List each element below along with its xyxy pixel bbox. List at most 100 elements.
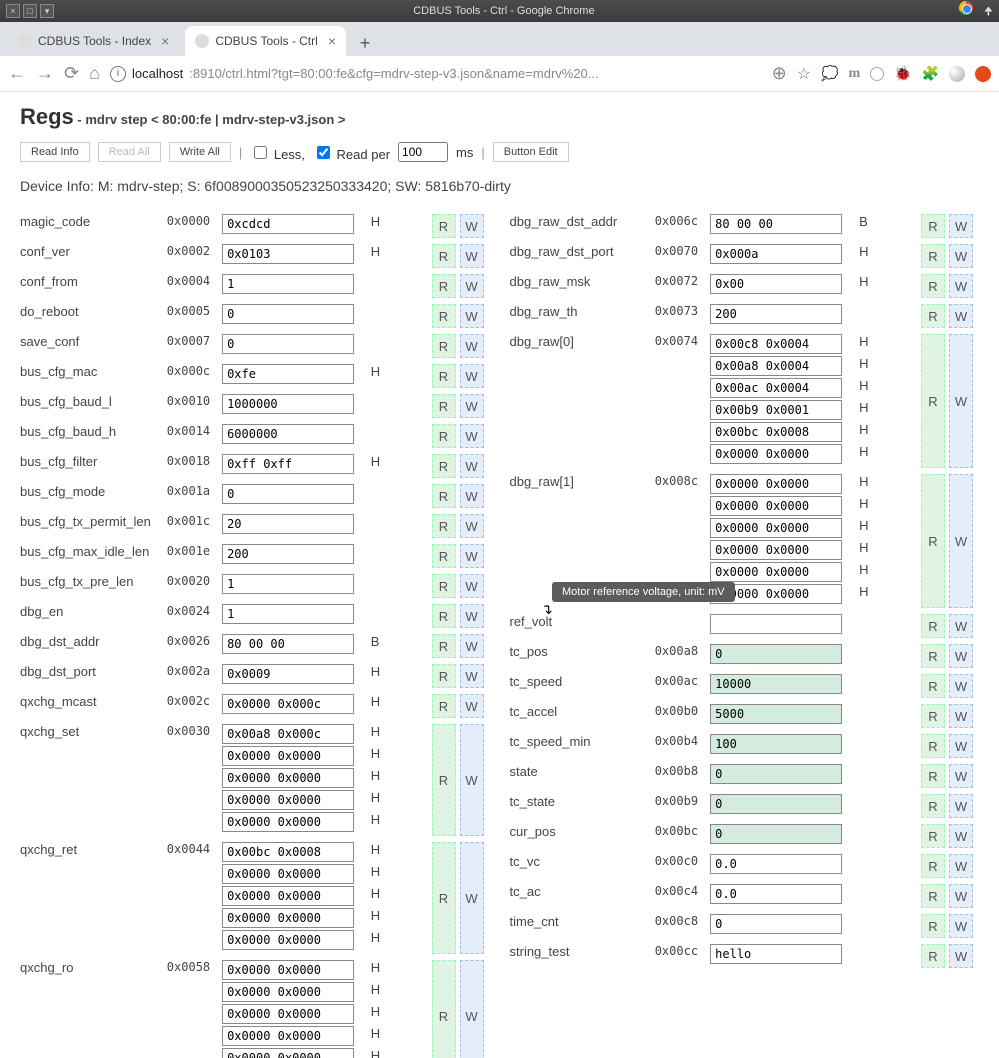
reg-value-input[interactable]	[710, 444, 842, 464]
ext-icon[interactable]: 💭	[821, 65, 838, 82]
reg-value-input[interactable]	[222, 864, 354, 884]
reg-value-input[interactable]	[710, 274, 842, 294]
url-bar[interactable]: i localhost:8910/ctrl.html?tgt=80:00:fe&…	[110, 66, 762, 82]
reg-value-input[interactable]	[222, 842, 354, 862]
write-button[interactable]: W	[460, 244, 484, 268]
read-per-checkbox[interactable]	[317, 146, 330, 159]
write-button[interactable]: W	[949, 944, 973, 968]
less-checkbox[interactable]	[254, 146, 267, 159]
write-button[interactable]: W	[949, 614, 973, 638]
profile-avatar[interactable]	[949, 66, 965, 82]
read-button[interactable]: R	[921, 334, 945, 468]
write-button[interactable]: W	[949, 644, 973, 668]
write-button[interactable]: W	[949, 704, 973, 728]
reg-value-input[interactable]	[222, 514, 354, 534]
reg-value-input[interactable]	[222, 484, 354, 504]
home-button[interactable]: ⌂	[89, 63, 100, 84]
write-all-button[interactable]: Write All	[169, 142, 231, 162]
read-button[interactable]: R	[432, 664, 456, 688]
reg-value-input[interactable]	[222, 394, 354, 414]
window-up-icon[interactable]: 🠉	[984, 6, 993, 18]
write-button[interactable]: W	[949, 854, 973, 878]
reg-value-input[interactable]	[710, 400, 842, 420]
reg-value-input[interactable]	[710, 356, 842, 376]
reg-value-input[interactable]	[222, 214, 354, 234]
write-button[interactable]: W	[460, 842, 484, 954]
read-button[interactable]: R	[432, 424, 456, 448]
reg-value-input[interactable]	[222, 1048, 354, 1058]
read-per-value-input[interactable]	[398, 142, 448, 162]
read-button[interactable]: R	[921, 914, 945, 938]
write-button[interactable]: W	[460, 274, 484, 298]
reg-value-input[interactable]	[710, 764, 842, 784]
write-button[interactable]: W	[460, 664, 484, 688]
ext-m-icon[interactable]: m	[848, 66, 860, 82]
write-button[interactable]: W	[460, 694, 484, 718]
read-button[interactable]: R	[921, 704, 945, 728]
reg-value-input[interactable]	[222, 908, 354, 928]
read-button[interactable]: R	[432, 304, 456, 328]
reg-value-input[interactable]	[222, 930, 354, 950]
write-button[interactable]: W	[949, 274, 973, 298]
reg-value-input[interactable]	[710, 496, 842, 516]
reg-value-input[interactable]	[710, 704, 842, 724]
reg-value-input[interactable]	[710, 562, 842, 582]
reg-value-input[interactable]	[222, 746, 354, 766]
read-button[interactable]: R	[921, 614, 945, 638]
write-button[interactable]: W	[460, 364, 484, 388]
reg-value-input[interactable]	[710, 422, 842, 442]
reg-value-input[interactable]	[222, 454, 354, 474]
write-button[interactable]: W	[460, 724, 484, 836]
read-button[interactable]: R	[432, 634, 456, 658]
write-button[interactable]: W	[949, 914, 973, 938]
write-button[interactable]: W	[949, 674, 973, 698]
new-tab-button[interactable]: +	[352, 30, 378, 56]
write-button[interactable]: W	[460, 214, 484, 238]
read-button[interactable]: R	[432, 244, 456, 268]
tab-index[interactable]: CDBUS Tools - Index ×	[8, 26, 179, 56]
reg-value-input[interactable]	[710, 734, 842, 754]
write-button[interactable]: W	[949, 474, 973, 608]
reg-value-input[interactable]	[710, 644, 842, 664]
reload-button[interactable]: ⟳	[64, 63, 79, 84]
reg-value-input[interactable]	[710, 518, 842, 538]
read-button[interactable]: R	[432, 842, 456, 954]
write-button[interactable]: W	[949, 334, 973, 468]
window-min-icon[interactable]: ▾	[40, 4, 54, 18]
reg-value-input[interactable]	[222, 604, 354, 624]
reg-value-input[interactable]	[222, 982, 354, 1002]
read-button[interactable]: R	[921, 674, 945, 698]
write-button[interactable]: W	[460, 394, 484, 418]
read-button[interactable]: R	[921, 854, 945, 878]
reg-value-input[interactable]	[710, 304, 842, 324]
write-button[interactable]: W	[460, 604, 484, 628]
reg-value-input[interactable]	[710, 884, 842, 904]
button-edit-button[interactable]: Button Edit	[493, 142, 569, 162]
write-button[interactable]: W	[949, 884, 973, 908]
forward-button[interactable]: →	[36, 63, 54, 84]
write-button[interactable]: W	[949, 734, 973, 758]
write-button[interactable]: W	[460, 424, 484, 448]
write-button[interactable]: W	[460, 334, 484, 358]
reg-value-input[interactable]	[710, 794, 842, 814]
read-button[interactable]: R	[921, 884, 945, 908]
tab-ctrl[interactable]: CDBUS Tools - Ctrl ×	[185, 26, 346, 56]
less-checkbox-label[interactable]: Less,	[250, 143, 305, 162]
reg-value-input[interactable]	[222, 274, 354, 294]
reg-value-input[interactable]	[222, 664, 354, 684]
read-button[interactable]: R	[432, 274, 456, 298]
read-button[interactable]: R	[432, 364, 456, 388]
window-close-icon[interactable]: ×	[6, 4, 20, 18]
reg-value-input[interactable]	[222, 812, 354, 832]
read-button[interactable]: R	[921, 644, 945, 668]
write-button[interactable]: W	[460, 304, 484, 328]
reg-value-input[interactable]	[710, 614, 842, 634]
read-button[interactable]: R	[432, 694, 456, 718]
site-info-icon[interactable]: i	[110, 66, 126, 82]
zoom-icon[interactable]: ⊕	[772, 63, 787, 84]
reg-value-input[interactable]	[710, 244, 842, 264]
reg-value-input[interactable]	[222, 1026, 354, 1046]
window-restore-icon[interactable]: □	[23, 4, 37, 18]
reg-value-input[interactable]	[222, 334, 354, 354]
read-button[interactable]: R	[432, 724, 456, 836]
